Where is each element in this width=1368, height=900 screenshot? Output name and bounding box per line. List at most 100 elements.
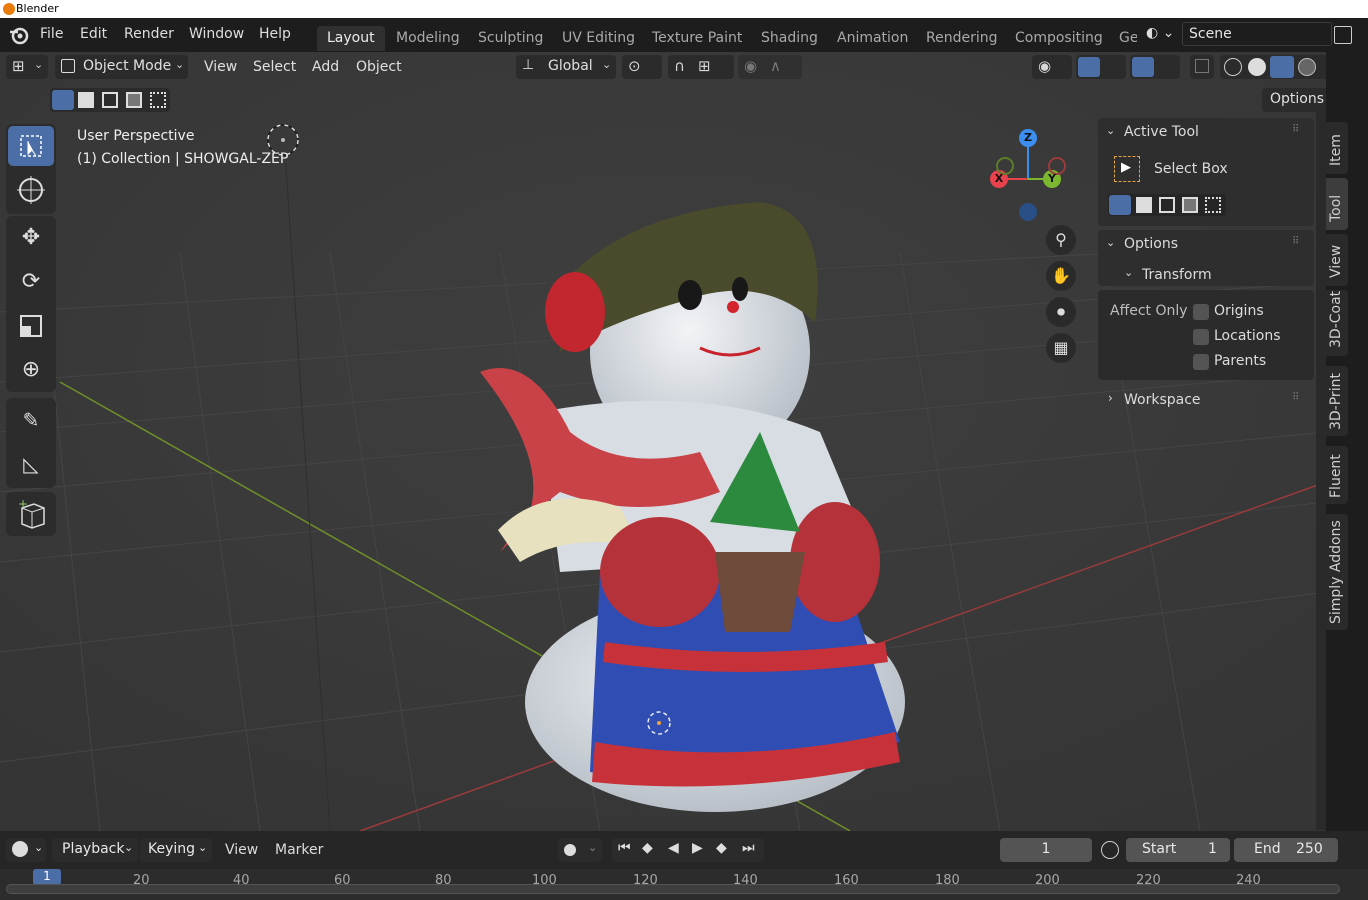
xray-toggle[interactable] [1190,55,1214,79]
stopwatch-icon[interactable] [1101,841,1119,859]
shading-mode-buttons[interactable]: ⌄ [1220,55,1326,79]
workspace-title[interactable]: Workspace [1124,392,1201,408]
origins-label[interactable]: Origins [1214,303,1264,319]
tab-compositing[interactable]: Compositing [1005,26,1113,51]
proportional-editing-controls[interactable]: ◉ ∧ [738,55,802,79]
pan-hand-icon[interactable]: ✋ [1046,261,1076,291]
snap-target-icon[interactable]: ⊞ [698,57,711,75]
parents-checkbox[interactable] [1193,354,1209,370]
timeline-editor-type-dropdown[interactable]: ⌄ [6,838,46,862]
select-new-icon[interactable] [52,90,74,110]
sidebar-tab-item[interactable]: Item [1326,122,1348,174]
pivot-point-dropdown[interactable]: ⊙ [622,55,662,79]
options-title[interactable]: Options [1124,236,1178,252]
start-frame-field[interactable]: Start 1 [1126,838,1230,862]
wireframe-shading-icon[interactable] [1224,58,1242,76]
workspace-section[interactable]: › Workspace ⠿ [1098,386,1314,414]
chevron-down-icon[interactable]: ⌄ [1106,124,1115,137]
select-intersect-icon[interactable] [150,92,166,108]
locations-checkbox[interactable] [1193,329,1209,345]
material-preview-icon[interactable] [1270,56,1294,78]
active-tool-title[interactable]: Active Tool [1124,124,1199,140]
viewport-menu-object[interactable]: Object [356,59,402,75]
locations-label[interactable]: Locations [1214,328,1281,344]
select-invert-icon[interactable] [1182,197,1198,213]
options-dropdown[interactable]: Options ⌄ [1262,88,1326,112]
tab-shading[interactable]: Shading [751,26,828,51]
sidebar-tab-tool[interactable]: Tool [1326,178,1348,230]
select-extend-icon[interactable] [1136,197,1152,213]
menu-edit[interactable]: Edit [80,26,107,42]
tool-move[interactable]: ✥ [8,218,54,258]
current-frame-field[interactable]: 1 [1000,838,1092,862]
playhead-frame-indicator[interactable]: 1 [33,869,61,885]
select-new-icon[interactable] [1109,195,1131,215]
select-extend-icon[interactable] [78,92,94,108]
menu-file[interactable]: File [40,26,63,42]
solid-shading-icon[interactable] [1248,58,1266,76]
jump-start-icon[interactable]: ⏮ [618,840,631,856]
tool-selection-mode-buttons[interactable] [1108,194,1226,216]
viewport-menu-view[interactable]: View [204,59,237,75]
menu-help[interactable]: Help [259,26,291,42]
proportional-edit-icon[interactable]: ◉ [744,57,757,75]
transform-subpanel-title[interactable]: Transform [1142,267,1212,283]
sidebar-tab-simply-addons[interactable]: Simply Addons [1326,514,1348,630]
record-toggle[interactable]: ⌄ [558,838,602,862]
transform-orientation-dropdown[interactable]: ⊥ Global ⌄ [516,55,616,79]
chevron-down-icon[interactable]: ⌄ [1324,58,1326,71]
sidebar-tab-3d-coat[interactable]: 3D-Coat [1326,290,1348,356]
jump-keyframe-back-icon[interactable]: ◆ [642,840,653,856]
magnet-icon[interactable]: ∩ [674,57,685,75]
chevron-down-icon[interactable]: ⌄ [1124,266,1133,279]
sidebar-tab-view[interactable]: View [1326,234,1348,286]
gizmo-toggle[interactable] [1076,55,1126,79]
tab-geometry-nodes[interactable]: Ge [1109,26,1137,51]
jump-keyframe-forward-icon[interactable]: ◆ [716,840,727,856]
end-frame-field[interactable]: End 250 [1234,838,1338,862]
perspective-grid-icon[interactable]: ▦ [1046,333,1076,363]
drag-handle-icon[interactable]: ⠿ [1292,236,1299,247]
viewport-menu-add[interactable]: Add [312,59,339,75]
play-reverse-icon[interactable]: ◀ [668,840,679,856]
scene-name-field[interactable]: Scene [1182,22,1332,46]
overlays-toggle[interactable] [1130,55,1180,79]
select-invert-icon[interactable] [126,92,142,108]
tool-add-cube[interactable]: + [8,494,54,534]
drag-handle-icon[interactable]: ⠿ [1292,392,1299,403]
playback-dropdown[interactable]: Playback ⌄ [52,838,138,862]
select-subtract-icon[interactable] [1159,197,1175,213]
tab-layout[interactable]: Layout [317,26,385,51]
tab-sculpting[interactable]: Sculpting [468,26,553,51]
play-icon[interactable]: ▶ [692,840,703,856]
playback-controls[interactable]: ⏮ ◆ ◀ ▶ ◆ ⏭ [612,838,764,862]
viewport-menu-select[interactable]: Select [253,59,296,75]
select-subtract-icon[interactable] [102,92,118,108]
camera-icon[interactable]: ⏺ [1046,297,1076,327]
scene-selector-icon[interactable]: ◐ ⌄ [1146,25,1180,45]
menu-render[interactable]: Render [124,26,174,42]
tool-scale[interactable] [8,306,54,346]
editor-type-dropdown[interactable]: ⊞ ⌄ [6,55,48,79]
parents-label[interactable]: Parents [1214,353,1266,369]
tool-annotate[interactable]: ✎ [8,400,54,440]
menu-window[interactable]: Window [189,26,244,42]
jump-end-icon[interactable]: ⏭ [742,840,755,856]
tool-rotate[interactable]: ⟳ [8,262,54,302]
blender-menu-icon[interactable] [8,25,30,45]
tool-transform[interactable]: ⊕ [8,350,54,390]
tab-texture-paint[interactable]: Texture Paint [642,26,752,51]
tool-measure[interactable]: ◺ [8,444,54,484]
selection-mode-buttons[interactable] [50,88,170,112]
new-scene-icon[interactable] [1334,26,1352,44]
snapping-controls[interactable]: ∩ ⊞ [668,55,734,79]
tab-animation[interactable]: Animation [827,26,918,51]
sidebar-tab-3d-print[interactable]: 3D-Print [1326,366,1348,436]
origins-checkbox[interactable] [1193,304,1209,320]
zoom-icon[interactable]: ⚲ [1046,225,1076,255]
chevron-right-icon[interactable]: › [1108,391,1113,405]
timeline-scrollbar[interactable] [6,884,1340,894]
select-intersect-icon[interactable] [1205,197,1221,213]
tool-select-box[interactable] [8,126,54,166]
rendered-shading-icon[interactable] [1298,58,1316,76]
